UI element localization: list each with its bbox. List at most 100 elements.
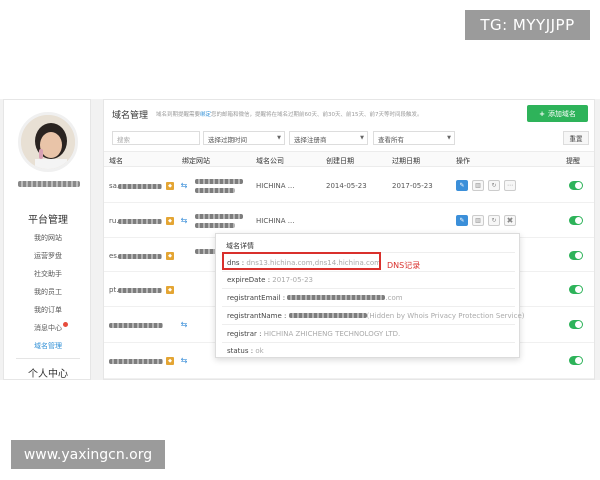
sidebar: 平台管理 我的网站 运营罗盘 社交助手 我的员工 我的订单 消息中心 域名管理 …	[3, 99, 91, 380]
add-domain-button[interactable]: + 添加域名	[527, 105, 588, 122]
page-title: 域名管理	[112, 111, 149, 121]
reminder-toggle[interactable]	[569, 285, 583, 294]
registrar-select[interactable]: 选择注册商 ▼	[289, 131, 368, 145]
expire-label: expireDate :	[227, 276, 271, 284]
sidebar-item-my-orders[interactable]: 我的订单	[34, 305, 62, 315]
sidebar-item-social-assistant[interactable]: 社交助手	[34, 269, 62, 279]
bookmark-icon[interactable]: ◆	[166, 182, 174, 190]
reset-button[interactable]: 重置	[563, 131, 589, 145]
email-label: registrantEmail :	[227, 294, 286, 302]
reminder-toggle[interactable]	[569, 216, 583, 225]
link-icon[interactable]: ⇆	[180, 356, 188, 365]
sidebar-divider	[16, 358, 80, 359]
popup-title: 域名详情	[226, 242, 254, 250]
reminder-toggle[interactable]	[569, 181, 583, 190]
table-header: 域名 绑定网站 域名公司 创建日期 过期日期 操作 提醒	[104, 151, 594, 167]
domain-blurred	[118, 184, 162, 189]
site-blurred	[195, 223, 235, 228]
bookmark-icon[interactable]: ◆	[166, 357, 174, 365]
col-domain: 域名	[109, 157, 123, 165]
popup-divider	[222, 306, 515, 307]
nav-section-platform: 平台管理	[28, 215, 68, 226]
hint-prefix: 域名到期提醒需要	[156, 112, 201, 118]
company-cell: HICHINA ...	[256, 182, 295, 190]
dns-annotation: DNS记录	[387, 261, 421, 270]
caret-down-icon: ▼	[447, 135, 451, 141]
popup-divider	[222, 342, 515, 343]
domain-blurred	[118, 254, 162, 259]
caret-down-icon: ▼	[277, 135, 281, 141]
avatar[interactable]	[18, 112, 78, 172]
reminder-toggle[interactable]	[569, 320, 583, 329]
popup-divider	[222, 324, 515, 325]
domain-blurred	[118, 288, 162, 293]
email-row: registrantEmail : .com	[227, 294, 403, 302]
registrar-row: registrar : HICHINA ZHICHENG TECHNOLOGY …	[227, 330, 400, 338]
registrant-name-row: registrantName : (Hidden by Whois Privac…	[227, 312, 525, 320]
trash-icon[interactable]: ▥	[472, 180, 484, 191]
site-blurred	[195, 214, 243, 219]
site-blurred	[195, 188, 235, 193]
reminder-hint: 域名到期提醒需要绑定您的邮箱和微信，提醒将在域名过期前60天、前30天、前15天…	[156, 110, 423, 118]
edit-icon[interactable]: ✎	[456, 180, 468, 191]
col-registrar: 域名公司	[256, 157, 284, 165]
bookmark-icon[interactable]: ◆	[166, 217, 174, 225]
expire-value: 2017-05-23	[272, 276, 313, 284]
reminder-toggle[interactable]	[569, 251, 583, 260]
col-actions: 操作	[456, 157, 470, 165]
expire-select[interactable]: 选择过期时间 ▼	[203, 131, 285, 145]
site-blurred	[195, 179, 243, 184]
sidebar-item-domain-management[interactable]: 域名管理	[34, 341, 62, 351]
reminder-toggle[interactable]	[569, 356, 583, 365]
popup-divider	[222, 288, 515, 289]
expire-row: expireDate : 2017-05-23	[227, 276, 313, 284]
dns-highlight-box	[222, 252, 381, 270]
close-icon[interactable]: ✖	[504, 215, 516, 226]
add-domain-label: 添加域名	[547, 109, 576, 118]
col-bound-site: 绑定网站	[182, 157, 210, 165]
link-icon[interactable]: ⇆	[180, 216, 188, 225]
edit-icon[interactable]: ✎	[456, 215, 468, 226]
col-created: 创建日期	[326, 157, 354, 165]
sidebar-item-my-website[interactable]: 我的网站	[34, 233, 62, 243]
more-icon[interactable]: ⋯	[504, 180, 516, 191]
domain-blurred	[109, 359, 163, 364]
status-value: ok	[255, 347, 264, 355]
sidebar-item-message-center[interactable]: 消息中心	[34, 322, 68, 333]
watermark-top: TG: MYYJJPP	[465, 10, 590, 40]
status-row: status : ok	[227, 347, 264, 355]
bookmark-icon[interactable]: ◆	[166, 252, 174, 260]
search-input[interactable]: 搜索	[112, 131, 200, 145]
email-blurred	[287, 295, 386, 300]
col-reminder: 提醒	[566, 157, 580, 165]
refresh-icon[interactable]: ↻	[488, 180, 500, 191]
name-value: (Hidden by Whois Privacy Protection Serv…	[366, 312, 525, 320]
view-select[interactable]: 查看所有 ▼	[373, 131, 455, 145]
plus-icon: +	[539, 109, 545, 118]
refresh-icon[interactable]: ↻	[488, 215, 500, 226]
watermark-bottom: www.yaxingcn.org	[11, 440, 165, 469]
expire-select-label: 选择过期时间	[208, 136, 247, 144]
created-cell: 2014-05-23	[326, 182, 367, 190]
expire-cell: 2017-05-23	[392, 182, 433, 190]
registrar-value: HICHINA ZHICHENG TECHNOLOGY LTD.	[263, 330, 401, 338]
status-label: status :	[227, 347, 254, 355]
bookmark-icon[interactable]: ◆	[166, 286, 174, 294]
registrar-select-label: 选择注册商	[294, 136, 327, 144]
link-icon[interactable]: ⇆	[180, 181, 188, 190]
hint-suffix: 您的邮箱和微信，提醒将在域名过期前60天、前30天、前15天、前7天等时间段触发…	[211, 112, 423, 118]
sidebar-item-operation-compass[interactable]: 运营罗盘	[34, 251, 62, 261]
popup-divider	[222, 271, 515, 272]
name-blurred	[288, 313, 367, 318]
domain-blurred	[109, 323, 163, 328]
nav-section-personal[interactable]: 个人中心	[4, 365, 92, 380]
bind-link[interactable]: 绑定	[200, 112, 211, 118]
email-value: .com	[385, 294, 403, 302]
domain-blurred	[118, 219, 162, 224]
sidebar-item-my-staff[interactable]: 我的员工	[34, 287, 62, 297]
message-center-label: 消息中心	[34, 324, 62, 332]
table-row[interactable]: sa. ◆ ⇆ HICHINA ... 2014-05-23 2017-05-2…	[104, 168, 594, 203]
trash-icon[interactable]: ▥	[472, 215, 484, 226]
link-icon[interactable]: ⇆	[180, 320, 188, 329]
username-blurred	[18, 181, 80, 187]
